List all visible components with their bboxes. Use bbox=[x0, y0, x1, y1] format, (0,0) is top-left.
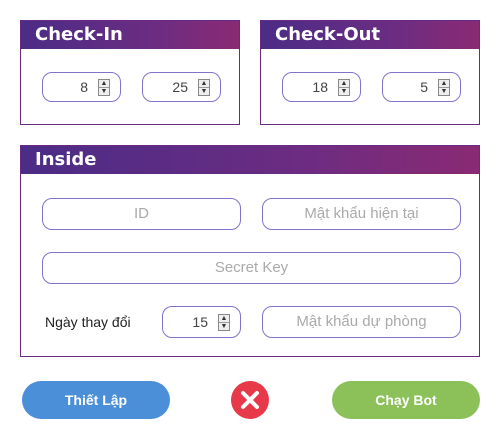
inside-title: Inside bbox=[21, 146, 479, 174]
change-days-value: 15 bbox=[192, 314, 208, 330]
current-password-placeholder: Mật khẩu hiện tại bbox=[304, 205, 419, 222]
checkout-minute-stepper[interactable]: 5 ▲ ▼ bbox=[382, 72, 461, 102]
decrement-arrow-icon[interactable]: ▼ bbox=[199, 88, 209, 95]
increment-arrow-icon[interactable]: ▲ bbox=[439, 80, 449, 88]
backup-password-input[interactable]: Mật khẩu dự phòng bbox=[262, 306, 461, 338]
secret-key-placeholder: Secret Key bbox=[214, 259, 289, 276]
checkout-title: Check-Out bbox=[261, 21, 479, 49]
checkout-minute-arrows[interactable]: ▲ ▼ bbox=[438, 79, 450, 96]
checkout-panel: Check-Out 18 ▲ ▼ 5 ▲ ▼ bbox=[260, 20, 480, 125]
id-placeholder: ID bbox=[134, 205, 149, 222]
increment-arrow-icon[interactable]: ▲ bbox=[339, 80, 349, 88]
close-icon bbox=[241, 391, 259, 409]
checkout-hour-value: 18 bbox=[312, 79, 328, 95]
checkin-minute-arrows[interactable]: ▲ ▼ bbox=[198, 79, 210, 96]
checkin-title: Check-In bbox=[21, 21, 239, 49]
change-days-stepper[interactable]: 15 ▲ ▼ bbox=[162, 306, 241, 338]
current-password-input[interactable]: Mật khẩu hiện tại bbox=[262, 198, 461, 230]
setup-button[interactable]: Thiết Lập bbox=[22, 381, 170, 419]
change-days-arrows[interactable]: ▲ ▼ bbox=[218, 314, 230, 331]
secret-key-input[interactable]: Secret Key bbox=[42, 252, 461, 284]
setup-button-label: Thiết Lập bbox=[64, 392, 128, 408]
checkin-minute-stepper[interactable]: 25 ▲ ▼ bbox=[142, 72, 221, 102]
decrement-arrow-icon[interactable]: ▼ bbox=[439, 88, 449, 95]
close-button[interactable] bbox=[231, 381, 269, 419]
checkin-minute-value: 25 bbox=[172, 79, 188, 95]
increment-arrow-icon[interactable]: ▲ bbox=[99, 80, 109, 88]
backup-password-placeholder: Mật khẩu dự phòng bbox=[296, 313, 427, 330]
inside-panel: Inside ID Mật khẩu hiện tại Secret Key N… bbox=[20, 145, 480, 357]
run-bot-button[interactable]: Chạy Bot bbox=[332, 381, 480, 419]
checkout-hour-stepper[interactable]: 18 ▲ ▼ bbox=[282, 72, 361, 102]
checkin-hour-stepper[interactable]: 8 ▲ ▼ bbox=[42, 72, 121, 102]
checkout-minute-value: 5 bbox=[420, 79, 428, 95]
decrement-arrow-icon[interactable]: ▼ bbox=[99, 88, 109, 95]
decrement-arrow-icon[interactable]: ▼ bbox=[339, 88, 349, 95]
decrement-arrow-icon[interactable]: ▼ bbox=[219, 323, 229, 330]
change-days-label: Ngày thay đổi bbox=[45, 314, 131, 330]
checkout-hour-arrows[interactable]: ▲ ▼ bbox=[338, 79, 350, 96]
checkin-hour-arrows[interactable]: ▲ ▼ bbox=[98, 79, 110, 96]
id-input[interactable]: ID bbox=[42, 198, 241, 230]
increment-arrow-icon[interactable]: ▲ bbox=[199, 80, 209, 88]
checkin-hour-value: 8 bbox=[80, 79, 88, 95]
run-bot-button-label: Chạy Bot bbox=[375, 392, 437, 408]
checkin-panel: Check-In 8 ▲ ▼ 25 ▲ ▼ bbox=[20, 20, 240, 125]
increment-arrow-icon[interactable]: ▲ bbox=[219, 315, 229, 323]
